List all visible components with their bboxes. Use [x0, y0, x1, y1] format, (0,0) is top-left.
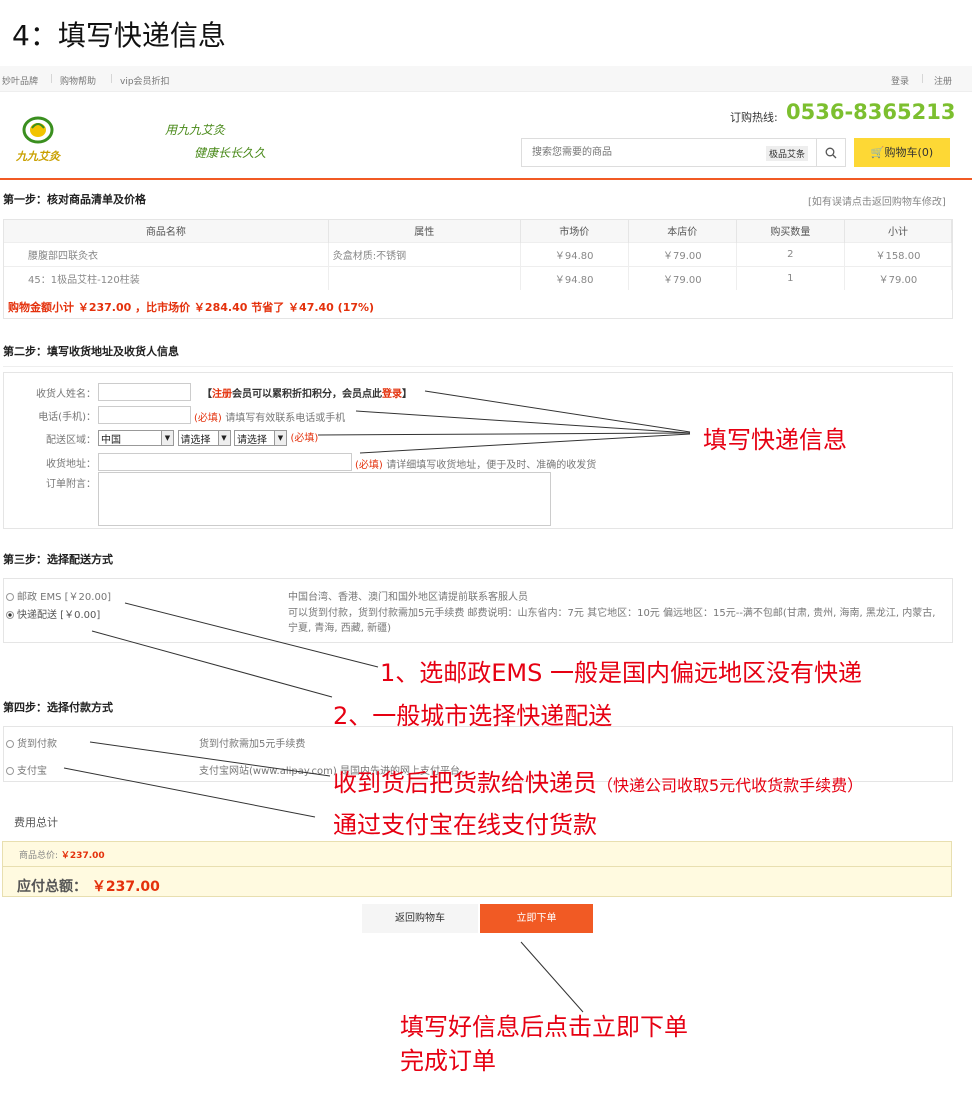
annotation-line: [91, 630, 333, 698]
annotation-line: [520, 941, 584, 1013]
annotation-cod-main: 收到货后把货款给快递员: [333, 769, 597, 797]
annotation-final-line2: 完成订单: [400, 1047, 496, 1075]
annotation-lines: [63, 390, 691, 1013]
annotation-final-line1: 填写好信息后点击立即下单: [400, 1013, 688, 1041]
annotation-cod: 收到货后把货款给快递员（快递公司收取5元代收货款手续费）: [333, 763, 863, 798]
annotation-alipay: 通过支付宝在线支付货款: [333, 811, 597, 839]
annotation-fill-express: 填写快递信息: [703, 426, 847, 454]
annotation-line: [317, 432, 691, 436]
annotation-line: [63, 767, 316, 818]
annotation-line: [89, 741, 331, 777]
annotation-line: [355, 410, 691, 434]
annotation-line: [359, 433, 691, 454]
annotation-final: 填写好信息后点击立即下单 完成订单: [400, 1010, 688, 1078]
annotation-line: [124, 602, 379, 668]
annotation-express: 2、一般城市选择快递配送: [333, 702, 613, 730]
annotation-cod-small: （快递公司收取5元代收货款手续费）: [597, 776, 864, 795]
annotation-ems: 1、选邮政EMS 一般是国内偏远地区没有快递: [380, 659, 863, 687]
annotation-line: [424, 390, 691, 433]
